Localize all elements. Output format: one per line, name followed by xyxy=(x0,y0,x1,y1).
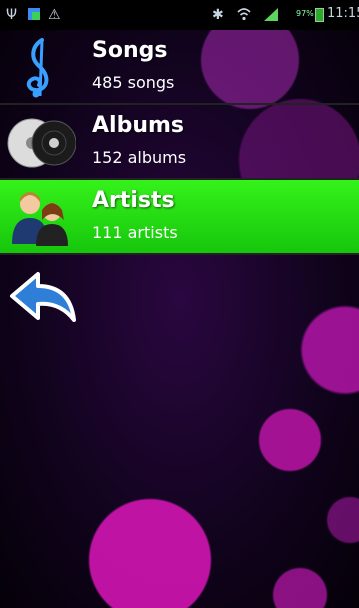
bluetooth-icon: ✱ xyxy=(212,7,224,23)
menu-item-count: 485 songs xyxy=(92,73,175,92)
menu-item-songs[interactable]: Songs 485 songs xyxy=(0,30,359,105)
menu-item-artists[interactable]: Artists 111 artists xyxy=(0,180,359,255)
treble-clef-icon xyxy=(6,36,76,98)
back-arrow-icon xyxy=(8,272,78,332)
discs-icon xyxy=(6,111,77,173)
library-menu: Songs 485 songs Albums 152 albums Artist… xyxy=(0,30,359,255)
menu-item-count: 152 albums xyxy=(92,148,187,167)
battery-percent: 97% xyxy=(296,9,314,18)
menu-item-title: Songs xyxy=(92,38,168,63)
menu-item-albums[interactable]: Albums 152 albums xyxy=(0,105,359,180)
menu-item-title: Artists xyxy=(92,188,175,213)
warning-icon: ⚠ xyxy=(48,7,61,23)
battery-icon xyxy=(315,8,324,22)
usb-icon: Ψ xyxy=(6,7,18,23)
artists-icon xyxy=(6,186,76,248)
wifi-icon xyxy=(236,6,252,27)
menu-item-count: 111 artists xyxy=(92,223,178,242)
status-time: 11:15 xyxy=(327,6,359,21)
app-icon xyxy=(26,6,42,27)
status-bar: Ψ ⚠ ✱ 97% 11:15 xyxy=(0,0,359,30)
back-button[interactable] xyxy=(8,268,78,328)
menu-item-title: Albums xyxy=(92,113,184,138)
signal-icon xyxy=(262,6,280,27)
